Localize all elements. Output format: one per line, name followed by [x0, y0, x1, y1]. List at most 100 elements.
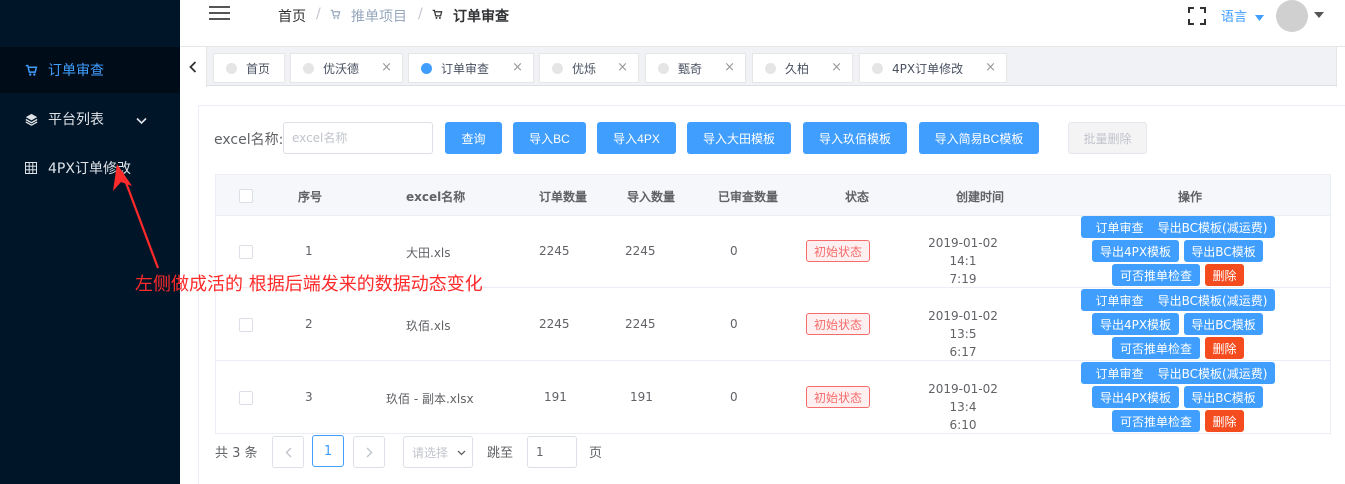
cell-index: 3 [305, 390, 313, 404]
status-badge: 初始状态 [806, 240, 871, 262]
prev-page-button[interactable] [272, 436, 304, 468]
column-header: 创建时间 [956, 190, 1005, 204]
import-jiubai-button[interactable]: 导入玖佰模板 [803, 122, 907, 154]
avatar[interactable] [1276, 0, 1308, 32]
breadcrumb-separator: / [418, 6, 423, 22]
next-page-button[interactable] [353, 436, 385, 468]
order-review-button[interactable]: 订单审查 [1081, 216, 1158, 238]
jump-label: 跳至 [487, 446, 514, 461]
excel-name-label: excel名称: [214, 132, 284, 148]
tab-label: 首页 [246, 61, 271, 76]
tab-youwode[interactable]: 优沃德 × [290, 53, 403, 83]
select-all-checkbox[interactable] [239, 189, 253, 203]
tab-dot [552, 62, 563, 74]
cell-import-count: 2245 [625, 244, 656, 258]
tab-4px-order-edit[interactable]: 4PX订单修改 × [859, 53, 1007, 83]
sidebar-item-label: 订单审查 [48, 63, 104, 79]
sidebar: 订单审查 平台列表 4PX订单修改 [0, 0, 180, 484]
export-bc-button[interactable]: 导出BC模板 [1184, 240, 1263, 262]
fullscreen-icon[interactable] [1188, 7, 1206, 25]
sidebar-item-4px-order-edit[interactable]: 4PX订单修改 [0, 145, 180, 191]
export-4px-button[interactable]: 导出4PX模板 [1092, 313, 1179, 335]
tags-view-bar: 首页 优沃德 × 订单审查 × 优烁 × 甄奇 × 久柏 × 4PX订单修改 × [180, 46, 1345, 87]
cell-created-time: 2019-01-02 13:4 6:10 [928, 382, 998, 432]
hamburger-icon[interactable] [209, 6, 231, 22]
grid-icon [24, 161, 38, 175]
row-checkbox[interactable] [239, 245, 253, 259]
push-check-button[interactable]: 可否推单检查 [1112, 264, 1200, 286]
cell-excel-name: 大田.xls [406, 246, 451, 260]
import-bc-button[interactable]: 导入BC [513, 122, 586, 154]
close-icon[interactable]: × [831, 60, 842, 75]
top-header: 首页 / 推单项目 / 订单审查 语言 [180, 0, 1345, 46]
export-bc-button[interactable]: 导出BC模板 [1184, 313, 1263, 335]
import-datian-button[interactable]: 导入大田模板 [687, 122, 791, 154]
status-badge: 初始状态 [806, 386, 871, 408]
chevron-down-icon [136, 113, 147, 129]
delete-button[interactable]: 删除 [1205, 337, 1244, 359]
row-checkbox[interactable] [239, 318, 253, 332]
jump-page-input[interactable]: 1 [527, 436, 577, 468]
close-icon[interactable]: × [512, 60, 523, 75]
close-icon[interactable]: × [381, 60, 392, 75]
export-4px-button[interactable]: 导出4PX模板 [1092, 386, 1179, 408]
order-review-button[interactable]: 订单审查 [1081, 362, 1158, 384]
scroll-right-button[interactable] [1336, 47, 1345, 87]
cart-icon [432, 9, 443, 24]
delete-button[interactable]: 删除 [1205, 264, 1244, 286]
page-size-select[interactable]: 请选择 [403, 436, 473, 468]
chevron-left-icon [189, 61, 197, 73]
push-check-button[interactable]: 可否推单检查 [1112, 410, 1200, 432]
close-icon[interactable]: × [985, 60, 996, 75]
data-table: 序号 excel名称 订单数量 导入数量 已审查数量 状态 创建时间 操作 1 … [215, 174, 1331, 434]
cell-created-time: 2019-01-02 14:1 7:19 [928, 236, 998, 286]
cell-excel-name: 玖佰 - 副本.xlsx [386, 392, 474, 406]
tab-label: 久柏 [785, 61, 810, 76]
annotation-text: 左侧做成活的 根据后端发来的数据动态变化 [135, 274, 483, 295]
column-header: 导入数量 [627, 190, 676, 204]
close-icon[interactable]: × [724, 60, 735, 75]
order-review-button[interactable]: 订单审查 [1081, 289, 1158, 311]
query-button[interactable]: 查询 [445, 122, 502, 154]
import-simple-bc-button[interactable]: 导入简易BC模板 [919, 122, 1039, 154]
close-icon[interactable]: × [617, 60, 628, 75]
breadcrumb-project[interactable]: 推单项目 [351, 6, 407, 26]
tab-dot [872, 62, 883, 74]
excel-name-input[interactable] [283, 122, 433, 154]
push-check-button[interactable]: 可否推单检查 [1112, 337, 1200, 359]
batch-delete-button[interactable]: 批量删除 [1068, 122, 1147, 154]
page-number[interactable]: 1 [312, 435, 344, 467]
cell-reviewed-count: 0 [730, 244, 738, 258]
tab-dot [421, 62, 432, 74]
tab-order-review[interactable]: 订单审查 × [408, 53, 534, 83]
cell-index: 2 [305, 317, 313, 331]
tab-jiubai[interactable]: 久柏 × [752, 53, 853, 83]
cell-order-count: 2245 [539, 244, 570, 258]
scroll-left-button[interactable] [180, 47, 207, 87]
table-row: 3 玖佰 - 副本.xlsx 191 191 0 初始状态 2019-01-02… [216, 361, 1330, 434]
breadcrumb-home[interactable]: 首页 [278, 6, 306, 26]
tab-home[interactable]: 首页 [213, 53, 285, 83]
chevron-left-icon [285, 447, 291, 457]
tab-label: 4PX订单修改 [892, 61, 964, 76]
cart-icon [330, 9, 341, 24]
delete-button[interactable]: 删除 [1205, 410, 1244, 432]
export-bc-less-freight-button[interactable]: 导出BC模板(减运费) [1150, 216, 1275, 238]
sidebar-item-platform-list[interactable]: 平台列表 [0, 96, 180, 142]
sidebar-item-order-review[interactable]: 订单审查 [0, 47, 180, 93]
caret-down-icon[interactable] [1314, 12, 1324, 18]
tab-zhenqi[interactable]: 甄奇 × [645, 53, 746, 83]
export-bc-less-freight-button[interactable]: 导出BC模板(减运费) [1150, 362, 1275, 384]
cell-reviewed-count: 0 [730, 317, 738, 331]
column-header: 已审查数量 [718, 190, 779, 204]
row-checkbox[interactable] [239, 391, 253, 405]
export-bc-less-freight-button[interactable]: 导出BC模板(减运费) [1150, 289, 1275, 311]
export-4px-button[interactable]: 导出4PX模板 [1092, 240, 1179, 262]
table-row: 2 玖佰.xls 2245 2245 0 初始状态 2019-01-02 13:… [216, 288, 1330, 361]
tab-label: 优沃德 [323, 61, 360, 76]
tab-youshuo[interactable]: 优烁 × [539, 53, 639, 83]
export-bc-button[interactable]: 导出BC模板 [1184, 386, 1263, 408]
import-4px-button[interactable]: 导入4PX [597, 122, 676, 154]
language-dropdown[interactable]: 语言 [1221, 6, 1265, 25]
status-badge: 初始状态 [806, 313, 871, 335]
